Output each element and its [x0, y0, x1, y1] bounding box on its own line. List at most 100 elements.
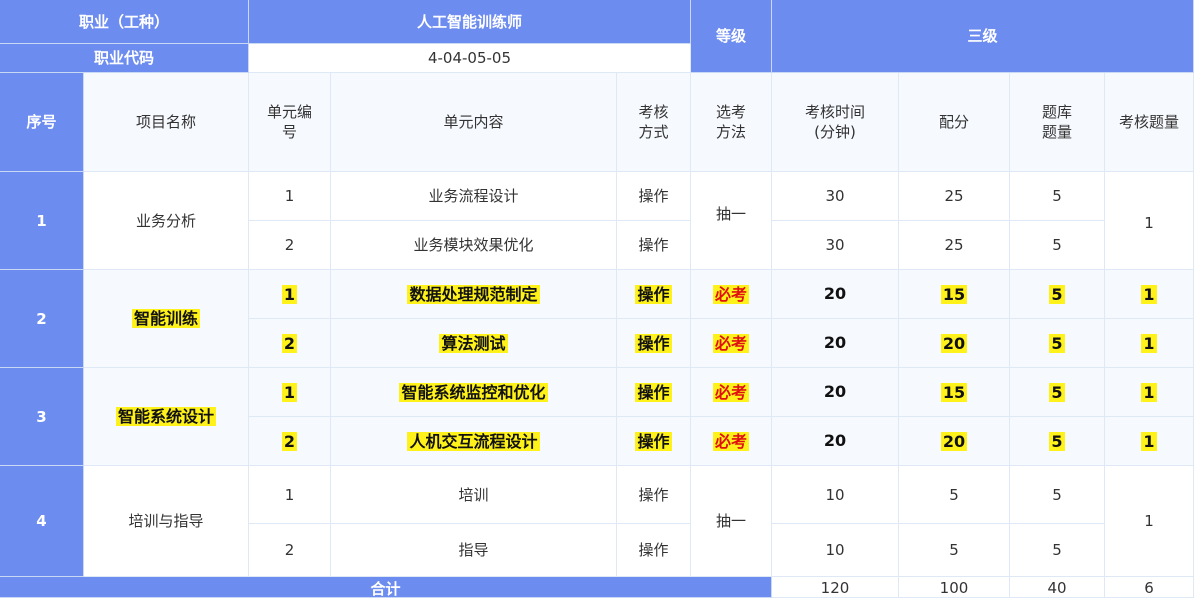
header-exam-count: 考核题量 [1105, 73, 1194, 172]
exam-structure-table: 职业（工种） 人工智能训练师 等级 三级 职业代码 4-04-05-05 序号 … [0, 0, 1194, 598]
p3-u1-time: 20 [772, 368, 899, 417]
p3-u2-bank: 5 [1049, 431, 1065, 451]
p2-u1-method: 必考 [712, 284, 749, 304]
p2-u1-no: 1 [281, 284, 298, 304]
p3-u1-score-cell: 15 [899, 368, 1010, 417]
project-1-seq: 1 [0, 172, 84, 270]
p2-u1-score: 15 [940, 284, 968, 304]
p3-u2-method: 必考 [712, 431, 749, 451]
p2-u1-exam-cell: 1 [1105, 270, 1194, 319]
p3-u2-time: 20 [772, 417, 899, 466]
p3-u1-mode: 操作 [635, 382, 672, 402]
p1-u1-score: 25 [899, 172, 1010, 221]
occupation-label: 职业（工种） [0, 0, 249, 44]
p1-u1-mode: 操作 [617, 172, 691, 221]
total-score: 100 [899, 577, 1010, 598]
p2-u2-no: 2 [281, 333, 298, 353]
total-time: 120 [772, 577, 899, 598]
code-label: 职业代码 [0, 44, 249, 73]
p3-u1-exam-cell: 1 [1105, 368, 1194, 417]
p4-u1-time: 10 [772, 466, 899, 524]
project-3-name-cell: 智能系统设计 [84, 368, 249, 466]
level-value: 三级 [772, 0, 1194, 73]
p2-u2-mode: 操作 [635, 333, 672, 353]
p3-u2-content: 人机交互流程设计 [407, 431, 540, 451]
project-1-select-method: 抽一 [691, 172, 772, 270]
p3-u1-bank-cell: 5 [1010, 368, 1105, 417]
p2-u1-score-cell: 15 [899, 270, 1010, 319]
p4-u1-content: 培训 [331, 466, 617, 524]
occupation-value: 人工智能训练师 [249, 0, 691, 44]
project-4-seq: 4 [0, 466, 84, 577]
p2-u2-bank: 5 [1049, 333, 1065, 353]
p3-u1-no-cell: 1 [249, 368, 331, 417]
total-label: 合计 [0, 577, 772, 598]
p1-u2-content: 业务模块效果优化 [331, 221, 617, 270]
header-project-name: 项目名称 [84, 73, 249, 172]
header-assess-mode: 考核 方式 [617, 73, 691, 172]
p2-u1-no-cell: 1 [249, 270, 331, 319]
p2-u1-method-cell: 必考 [691, 270, 772, 319]
p4-u2-content: 指导 [331, 524, 617, 577]
p3-u2-score-cell: 20 [899, 417, 1010, 466]
p2-u2-score: 20 [940, 333, 968, 353]
p4-u1-score: 5 [899, 466, 1010, 524]
p3-u1-no: 1 [281, 382, 298, 402]
p2-u2-mode-cell: 操作 [617, 319, 691, 368]
p3-u1-content-cell: 智能系统监控和优化 [331, 368, 617, 417]
code-value: 4-04-05-05 [249, 44, 691, 73]
p3-u2-mode: 操作 [635, 431, 672, 451]
p2-u2-method-cell: 必考 [691, 319, 772, 368]
p2-u2-no-cell: 2 [249, 319, 331, 368]
p1-u2-time: 30 [772, 221, 899, 270]
header-unit-content: 单元内容 [331, 73, 617, 172]
header-score: 配分 [899, 73, 1010, 172]
project-4-select-method: 抽一 [691, 466, 772, 577]
p2-u1-bank: 5 [1049, 284, 1065, 304]
level-label: 等级 [691, 0, 772, 73]
header-bank-count: 题库 题量 [1010, 73, 1105, 172]
project-3-seq: 3 [0, 368, 84, 466]
p1-u2-no: 2 [249, 221, 331, 270]
p4-u1-bank: 5 [1010, 466, 1105, 524]
p3-u1-content: 智能系统监控和优化 [399, 382, 548, 402]
p2-u1-time: 20 [772, 270, 899, 319]
p2-u2-exam-cell: 1 [1105, 319, 1194, 368]
p1-u2-mode: 操作 [617, 221, 691, 270]
p2-u2-content-cell: 算法测试 [331, 319, 617, 368]
p1-u1-bank: 5 [1010, 172, 1105, 221]
p3-u1-exam: 1 [1141, 382, 1157, 402]
p2-u1-exam: 1 [1141, 284, 1157, 304]
total-exam: 6 [1105, 577, 1194, 598]
p3-u1-method-cell: 必考 [691, 368, 772, 417]
p3-u2-no-cell: 2 [249, 417, 331, 466]
total-bank: 40 [1010, 577, 1105, 598]
p2-u2-time: 20 [772, 319, 899, 368]
p3-u1-method: 必考 [712, 382, 749, 402]
p3-u2-content-cell: 人机交互流程设计 [331, 417, 617, 466]
p4-u2-mode: 操作 [617, 524, 691, 577]
project-4-exam-count: 1 [1105, 466, 1194, 577]
p2-u1-mode-cell: 操作 [617, 270, 691, 319]
p4-u2-time: 10 [772, 524, 899, 577]
project-1-exam-count: 1 [1105, 172, 1194, 270]
p3-u2-method-cell: 必考 [691, 417, 772, 466]
p1-u2-score: 25 [899, 221, 1010, 270]
p1-u2-bank: 5 [1010, 221, 1105, 270]
p2-u2-bank-cell: 5 [1010, 319, 1105, 368]
p3-u2-bank-cell: 5 [1010, 417, 1105, 466]
p1-u1-time: 30 [772, 172, 899, 221]
p4-u2-no: 2 [249, 524, 331, 577]
p3-u1-score: 15 [940, 382, 968, 402]
project-2-name: 智能训练 [131, 309, 200, 328]
p2-u2-content: 算法测试 [439, 333, 508, 353]
p1-u1-content: 业务流程设计 [331, 172, 617, 221]
p2-u2-exam: 1 [1141, 333, 1157, 353]
p2-u1-content-cell: 数据处理规范制定 [331, 270, 617, 319]
p3-u2-score: 20 [940, 431, 968, 451]
p1-u1-no: 1 [249, 172, 331, 221]
p4-u1-mode: 操作 [617, 466, 691, 524]
p3-u1-mode-cell: 操作 [617, 368, 691, 417]
project-4-name: 培训与指导 [84, 466, 249, 577]
p4-u1-no: 1 [249, 466, 331, 524]
